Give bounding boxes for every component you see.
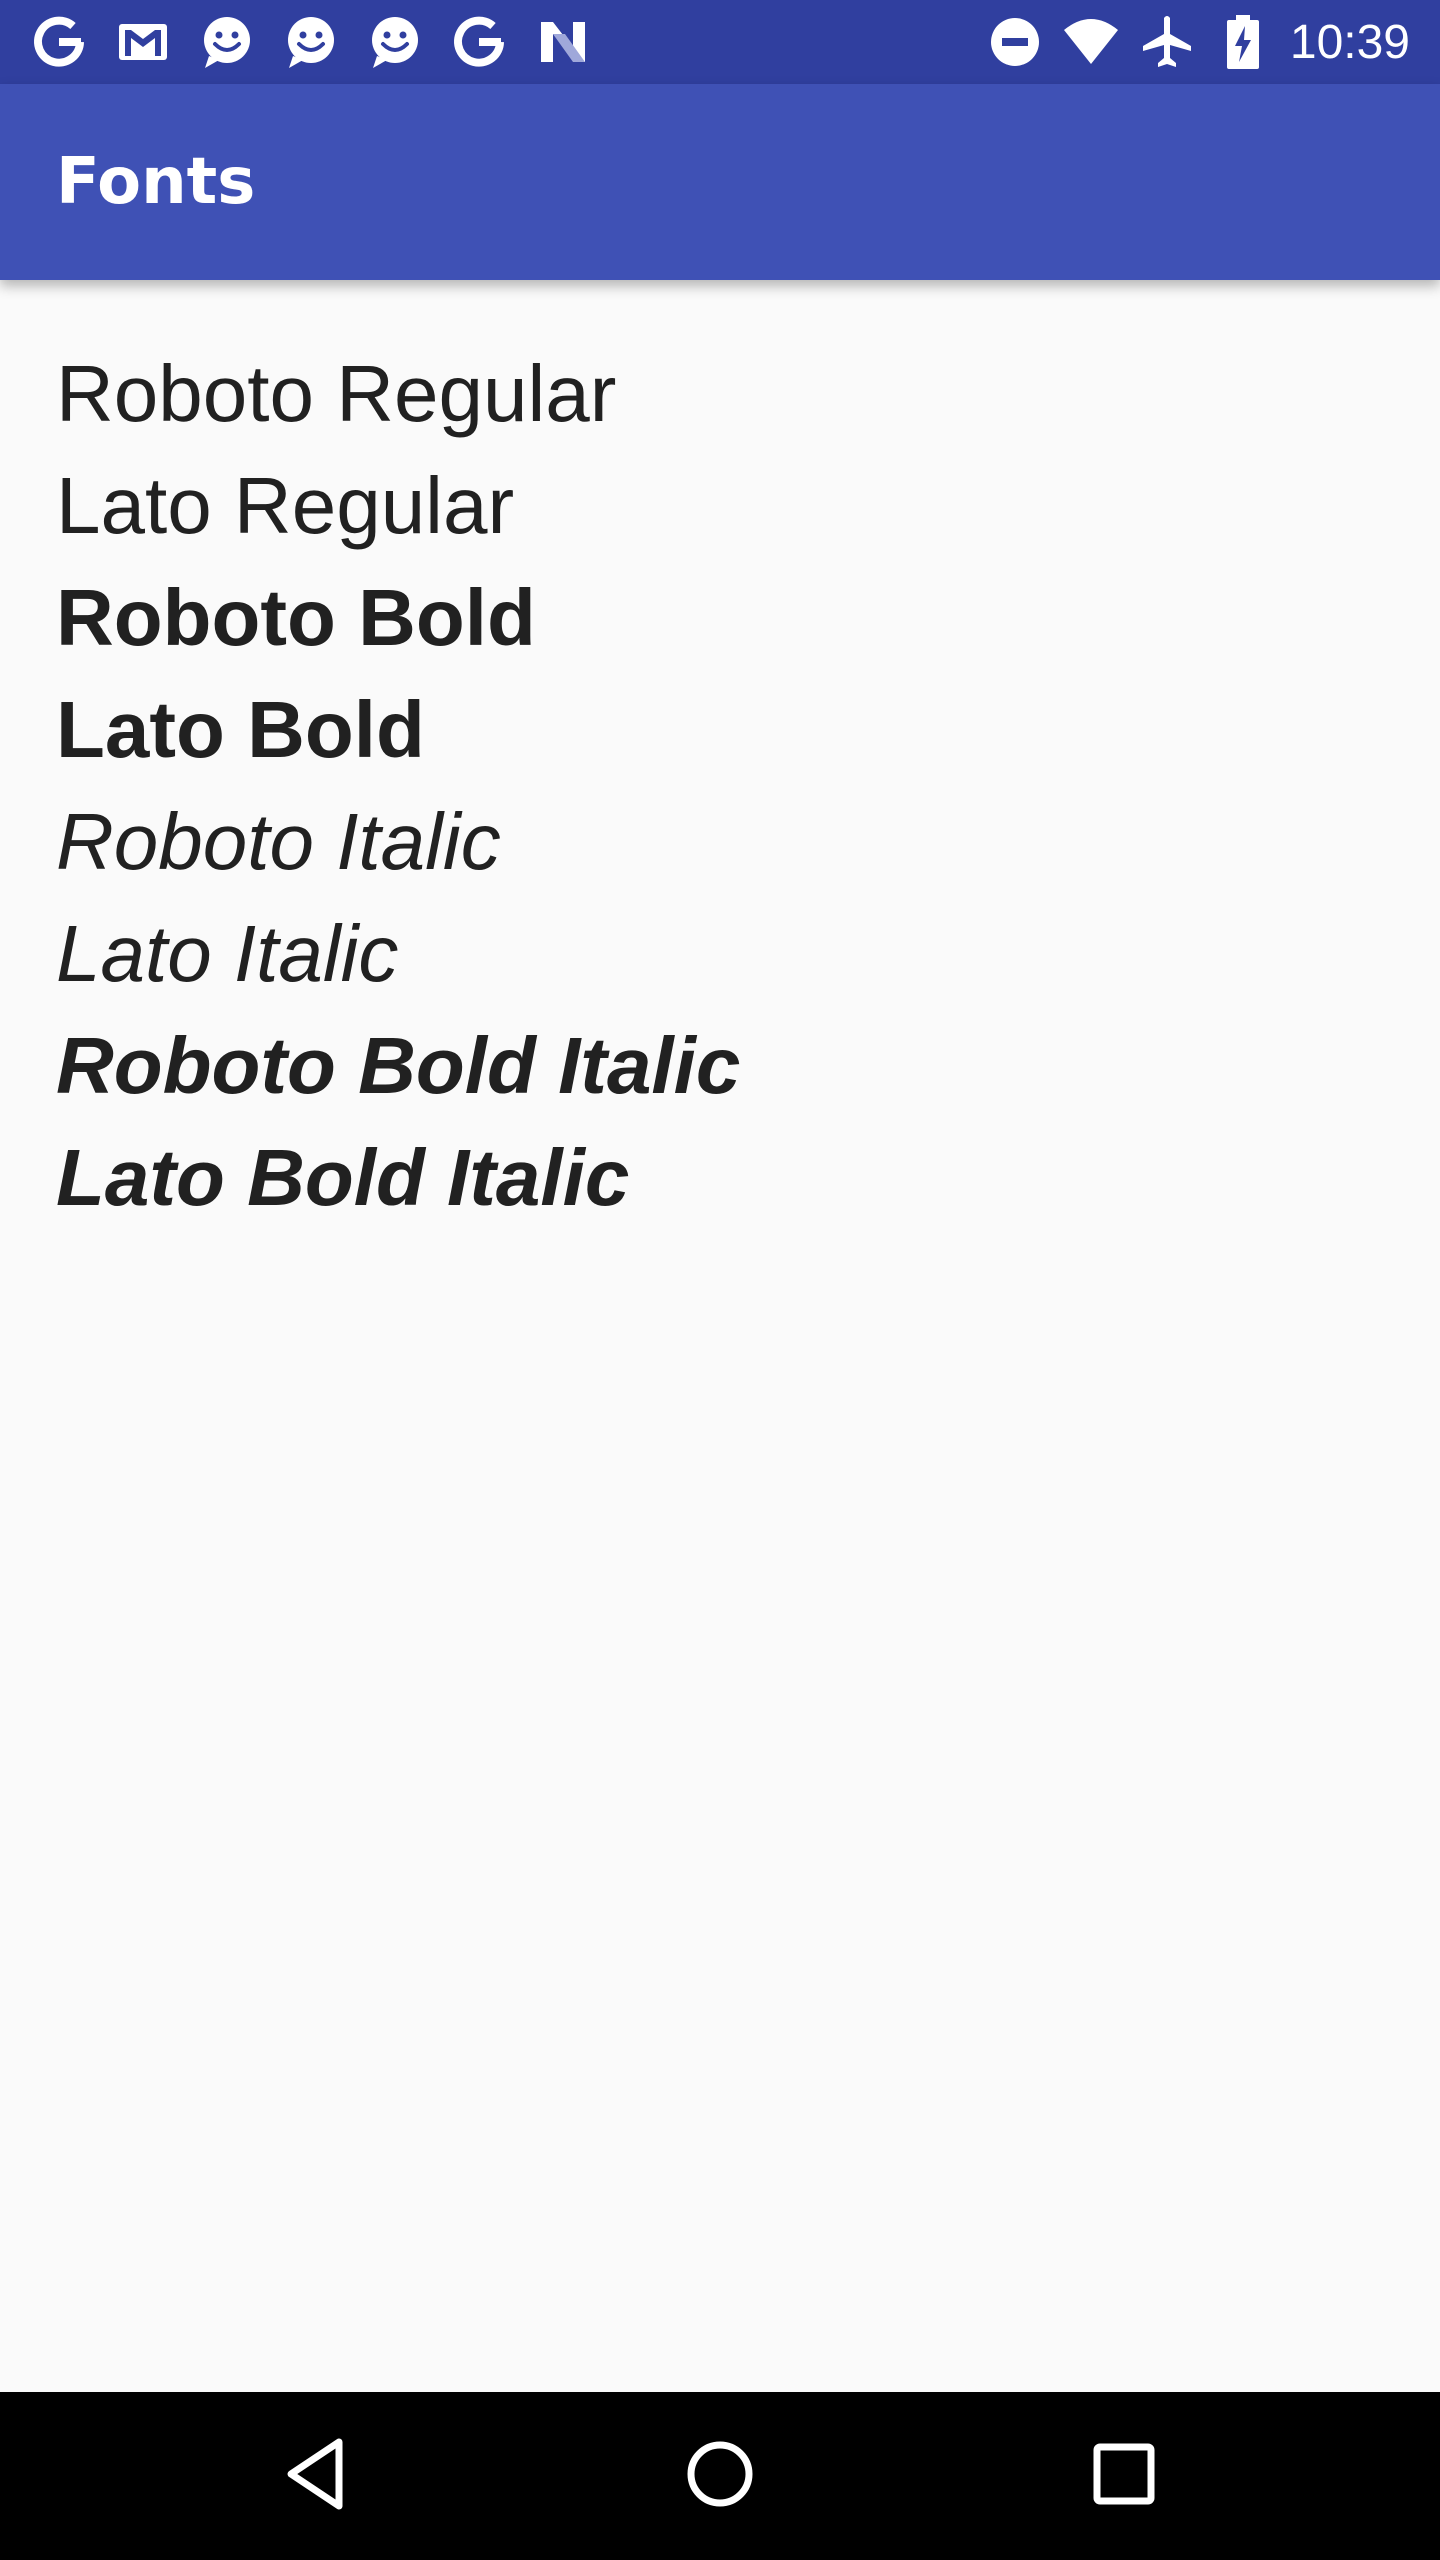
status-clock: 10:39 [1289, 15, 1410, 69]
notification-icons [28, 0, 616, 84]
wifi-icon [1062, 13, 1120, 71]
font-sample-lato-bold: Lato Bold [56, 685, 425, 774]
font-sample-lato-bold-italic: Lato Bold Italic [56, 1133, 630, 1222]
google-g-icon [448, 11, 510, 73]
recents-button[interactable] [1064, 2416, 1184, 2536]
font-sample-roboto-regular: Roboto Regular [56, 349, 617, 438]
home-icon [684, 2438, 756, 2515]
status-bar: 10:39 [0, 0, 1440, 84]
battery-charging-icon [1214, 13, 1272, 71]
airplane-mode-icon [1138, 13, 1196, 71]
gmail-icon [112, 11, 174, 73]
google-g-icon [28, 11, 90, 73]
font-sample-roboto-bold-italic: Roboto Bold Italic [56, 1021, 741, 1110]
chat-smiley-icon [280, 11, 342, 73]
chat-smiley-icon [196, 11, 258, 73]
app-title: Fonts [56, 145, 256, 219]
navigation-bar [0, 2392, 1440, 2560]
system-status-icons: 10:39 [968, 0, 1410, 84]
do-not-disturb-icon [986, 13, 1044, 71]
chat-smiley-icon [364, 11, 426, 73]
back-icon [281, 2434, 351, 2519]
font-sample-lato-regular: Lato Regular [56, 461, 515, 550]
recents-icon [1091, 2441, 1157, 2512]
font-sample-roboto-bold: Roboto Bold [56, 573, 536, 662]
font-sample-list: Roboto Regular Lato Regular Roboto Bold … [56, 338, 740, 1234]
n-logo-icon [532, 11, 594, 73]
app-bar: Fonts [0, 84, 1440, 280]
back-button[interactable] [256, 2416, 376, 2536]
font-sample-lato-italic: Lato Italic [56, 909, 399, 998]
home-button[interactable] [660, 2416, 780, 2536]
font-sample-roboto-italic: Roboto Italic [56, 797, 501, 886]
